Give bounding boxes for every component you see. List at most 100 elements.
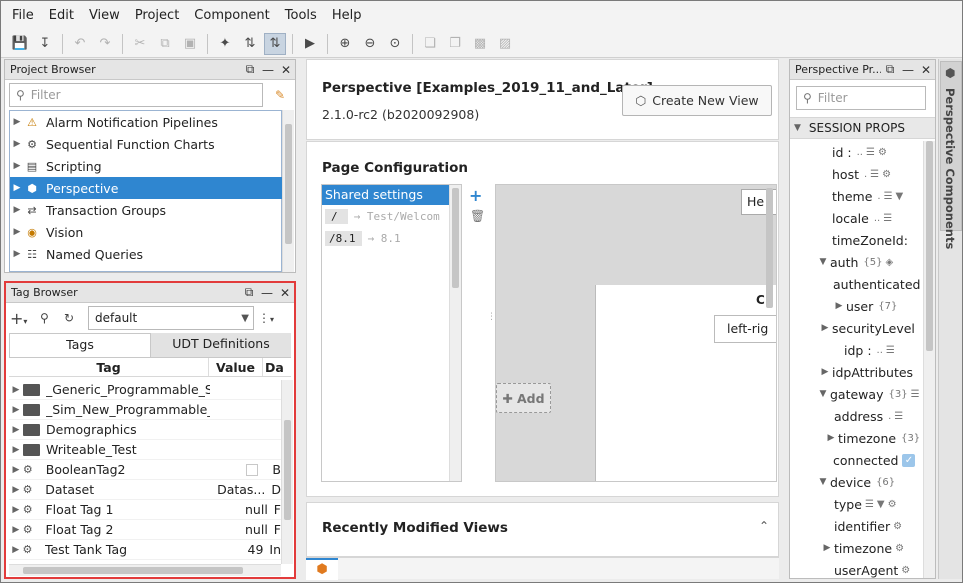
shared-settings-item[interactable]: Shared settings (322, 185, 461, 205)
zoom-fit-icon[interactable]: ⊙ (384, 33, 406, 55)
expand-icon[interactable]: ▶ (9, 525, 23, 535)
group-icon[interactable]: ❏ (419, 33, 441, 55)
expand-icon[interactable]: ▶ (820, 543, 834, 553)
tag-scrollbar[interactable] (281, 380, 293, 564)
undo-icon[interactable]: ↶ (69, 33, 91, 55)
expand-icon[interactable]: ▶ (818, 323, 832, 333)
expand-icon[interactable]: ▶ (9, 405, 23, 415)
disconnect-icon[interactable]: ✦ (214, 33, 236, 55)
close-icon[interactable]: ✕ (277, 63, 295, 77)
gear-icon[interactable]: ⚙ (878, 147, 887, 158)
menu-tools[interactable]: Tools (278, 8, 325, 23)
right-splitter[interactable] (781, 59, 789, 579)
bring-front-icon[interactable]: ▩ (469, 33, 491, 55)
binding-icon[interactable]: ☰ (883, 213, 892, 224)
tab-perspective-components[interactable]: ⬢ Perspective Components (940, 61, 962, 249)
search-icon[interactable]: ⚲ (40, 311, 60, 325)
gear-icon[interactable]: ⚙ (888, 499, 897, 510)
trash-icon[interactable]: 🗑 (470, 209, 485, 223)
menu-help[interactable]: Help (325, 8, 370, 23)
tree-item-named-queries[interactable]: ▶ ☷ Named Queries (10, 243, 282, 265)
tag-hscrollbar[interactable] (9, 564, 281, 576)
prop-row[interactable]: type ☰ ▼ ⚙ (790, 493, 923, 515)
table-row[interactable]: ▶ _Sim_New_Programmable_ (9, 400, 281, 420)
locate-icon[interactable]: ✎ (269, 84, 291, 106)
prop-row[interactable]: host. ☰ ⚙ (790, 163, 923, 185)
prop-row[interactable]: ▶ timezone {3} (790, 427, 923, 449)
chevron-down-icon[interactable]: ▼ (877, 499, 885, 510)
refresh-icon[interactable]: ↻ (64, 311, 84, 325)
connected-checkbox[interactable]: ✓ (902, 453, 916, 467)
props-scrollbar[interactable] (923, 141, 935, 578)
minimize-icon[interactable]: — (258, 286, 276, 300)
table-row[interactable]: ▶ ⚙ Dataset Datas... D (9, 480, 281, 500)
add-tag-icon[interactable]: +▾ (10, 309, 36, 328)
float-icon[interactable]: ⧉ (240, 285, 258, 300)
col-tag[interactable]: Tag (9, 358, 209, 376)
gear-icon[interactable]: ⚙ (893, 521, 902, 532)
copy-icon[interactable]: ⧉ (154, 33, 176, 55)
binding-icon[interactable]: ☰ (866, 147, 875, 158)
table-row[interactable]: ▶ Writeable_Test (9, 440, 281, 460)
route-item[interactable]: / → Test/Welcom (322, 205, 461, 227)
minimize-icon[interactable]: — (899, 63, 917, 77)
expand-icon[interactable]: ▶ (9, 465, 23, 475)
expand-icon[interactable]: ▶ (9, 425, 23, 435)
expand-icon[interactable]: ▶ (10, 183, 24, 193)
expand-icon[interactable]: ▶ (10, 249, 24, 259)
add-dock-button[interactable]: ✚ Add (496, 383, 551, 413)
prop-row[interactable]: timeZoneId: (790, 229, 923, 251)
scroll-thumb[interactable] (766, 188, 773, 308)
scroll-thumb[interactable] (926, 141, 933, 351)
tree-item-scripting[interactable]: ▶ ▤ Scripting (10, 155, 282, 177)
tree-item-transaction-groups[interactable]: ▶ ⇄ Transaction Groups (10, 199, 282, 221)
prop-row[interactable]: ▼ device {6} (790, 471, 923, 493)
col-datatype[interactable]: Da (263, 358, 284, 376)
prop-row[interactable]: idp :.. ☰ (790, 339, 923, 361)
prop-row[interactable]: ▶ securityLevel (790, 317, 923, 339)
routes-scrollbar[interactable] (449, 185, 461, 481)
menu-component[interactable]: Component (187, 8, 277, 23)
tree-item-perspective[interactable]: ▶ ⬢ Perspective (10, 177, 282, 199)
prop-row[interactable]: authenticated (790, 273, 923, 295)
project-scrollbar[interactable] (282, 110, 294, 272)
menu-edit[interactable]: Edit (42, 8, 82, 23)
expand-icon[interactable]: ▶ (10, 117, 24, 127)
perspective-icon[interactable]: ⬢ (306, 558, 338, 580)
expand-icon[interactable]: ▶ (9, 445, 23, 455)
expand-icon[interactable]: ▶ (9, 385, 23, 395)
menu-file[interactable]: File (5, 8, 42, 23)
prop-row[interactable]: id :.. ☰ ⚙ (790, 141, 923, 163)
expand-icon[interactable]: ▶ (10, 139, 24, 149)
expand-icon[interactable]: ▶ (824, 433, 838, 443)
comm-readwrite-icon[interactable]: ⇅ (264, 32, 286, 55)
scroll-thumb[interactable] (284, 420, 291, 520)
prop-row[interactable]: address. ☰ (790, 405, 923, 427)
expand-icon[interactable]: ▶ (9, 485, 23, 495)
prop-row[interactable]: ▼ auth {5} ◈ (790, 251, 923, 273)
ungroup-icon[interactable]: ❐ (444, 33, 466, 55)
scroll-thumb[interactable] (452, 188, 459, 288)
prop-row[interactable]: ▶ timezone ⚙ (790, 537, 923, 559)
splitter-grip[interactable]: ⋮ (487, 312, 496, 334)
session-props-section[interactable]: ▼ SESSION PROPS (790, 117, 935, 139)
hscroll-thumb[interactable] (23, 567, 243, 574)
prop-row[interactable]: ▼ gateway {3} ☰ (790, 383, 923, 405)
binding-icon[interactable]: ☰ (870, 169, 879, 180)
expand-icon[interactable]: ▶ (9, 545, 23, 555)
menu-view[interactable]: View (82, 8, 128, 23)
chevron-up-icon[interactable]: ⌃ (759, 519, 769, 533)
comm-read-icon[interactable]: ⇅ (239, 33, 261, 55)
collapse-icon[interactable]: ▼ (816, 477, 830, 487)
expand-icon[interactable]: ▶ (10, 161, 24, 171)
minimize-icon[interactable]: — (259, 63, 277, 77)
zoom-in-icon[interactable]: ⊕ (334, 33, 356, 55)
expand-icon[interactable]: ▶ (10, 205, 24, 215)
add-route-icon[interactable]: + (469, 186, 482, 205)
create-view-button[interactable]: ⬡ Create New View (622, 85, 772, 116)
expand-icon[interactable]: ▶ (10, 227, 24, 237)
expand-icon[interactable]: ▶ (832, 301, 846, 311)
binding-icon[interactable]: ☰ (886, 345, 895, 356)
table-row[interactable]: ▶ ⚙ Float Tag 2 null F (9, 520, 281, 540)
save-icon[interactable]: 💾 (9, 33, 31, 55)
